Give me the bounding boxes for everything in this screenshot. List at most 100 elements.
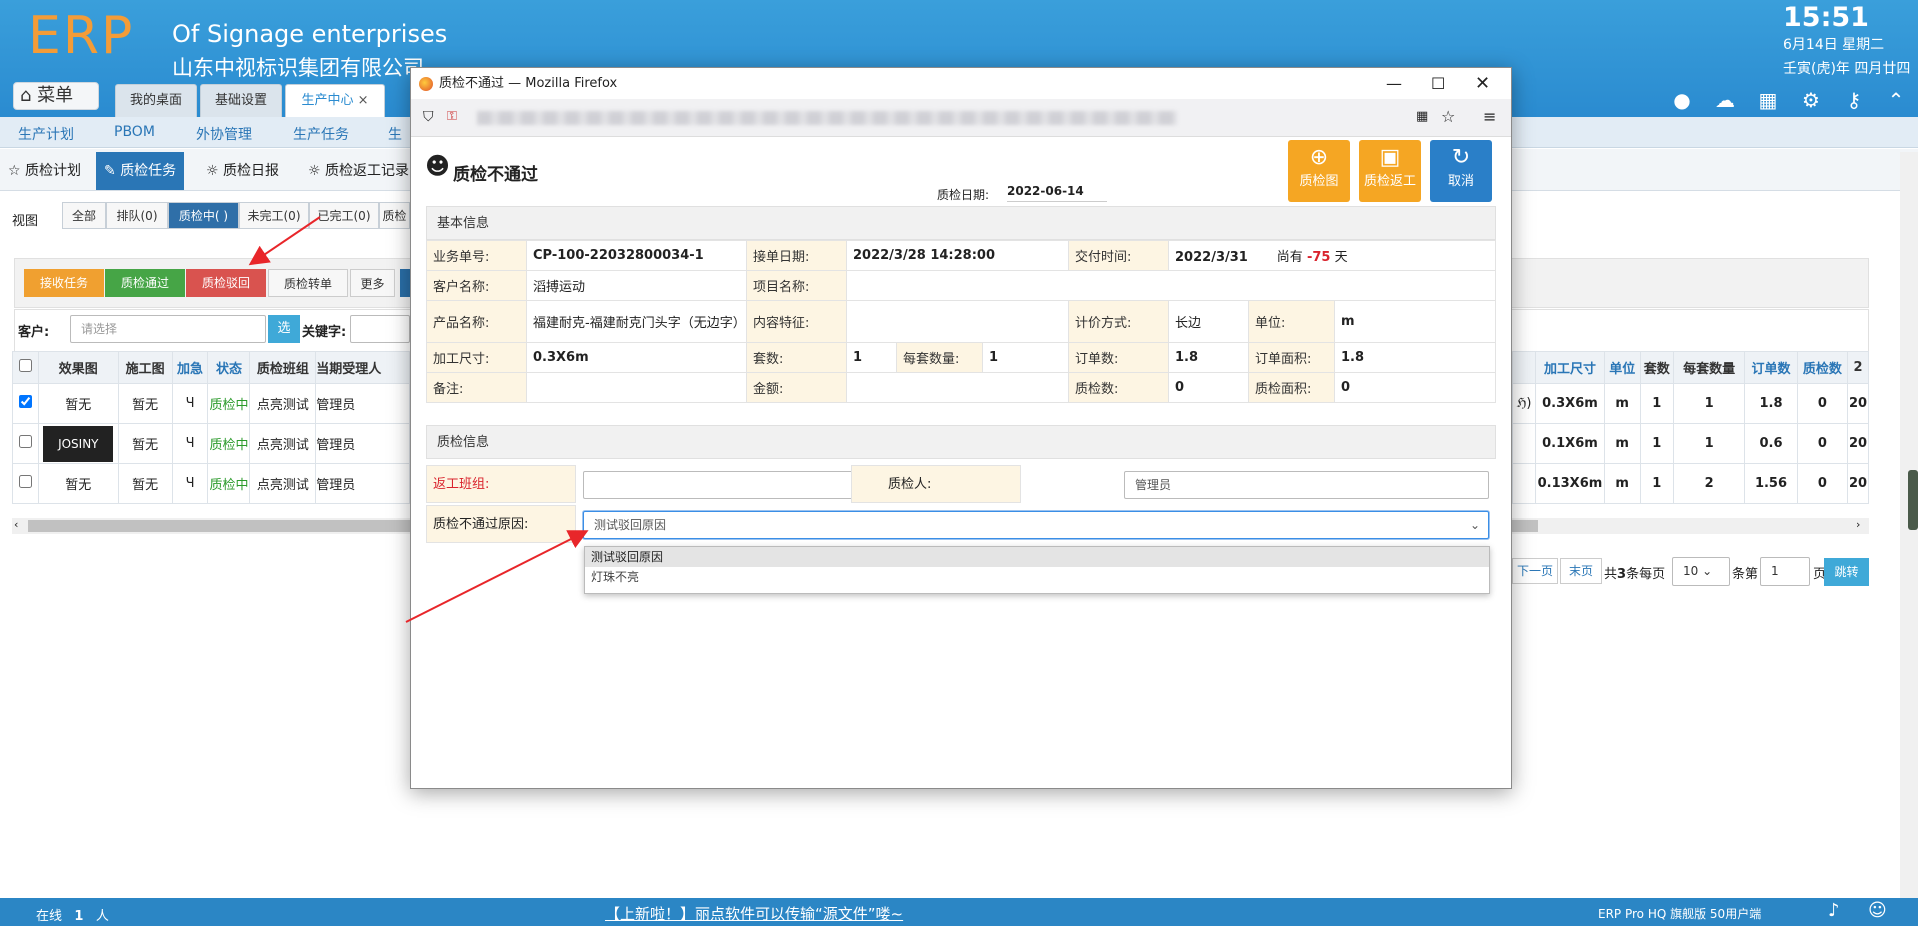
cell-handler: 管理员 [315,463,410,504]
volume-icon[interactable]: ♪ [1828,900,1840,921]
qr-icon[interactable]: ▦ [1416,109,1428,124]
notice-link[interactable]: 【上新啦！】丽点软件可以传输“源文件”喽~ [605,903,903,924]
cell-unit: m [1603,383,1641,424]
window-titlebar: 质检不通过 — Mozilla Firefox — ☐ ✕ [411,68,1511,99]
bookmark-star-icon[interactable]: ☆ [1441,107,1455,126]
minimize-icon[interactable]: — [1386,68,1402,99]
table-row[interactable]: 0.1X6m m 1 1 0.6 0 20 [1511,423,1870,464]
table-row[interactable]: 暂无 暂无 Ч 质检中 点亮测试 管理员 [12,463,410,504]
qc-reject-button[interactable]: 质检驳回 [186,269,266,297]
insecure-lock-icon: ⚿ [447,109,457,124]
row-checkbox[interactable] [12,383,39,424]
per-page-select[interactable]: 10 ⌄ [1672,557,1730,586]
filter-in-qc[interactable]: 质检中( ) [168,202,239,229]
qc-rework-button[interactable]: ▣ 质检返工 [1359,140,1421,202]
cell-effect-thumbnail[interactable]: JOSINY [37,423,119,464]
select-all-checkbox[interactable] [12,351,39,384]
cell-qc: 0 [1796,423,1848,464]
keyword-label: 关键字: [302,325,347,340]
goto-page-button[interactable]: 跳转 [1824,558,1869,586]
nav-more[interactable]: 生 [388,124,402,144]
edition-label: ERP Pro HQ 旗舰版 50用户端 [1598,907,1762,921]
grid-icon[interactable]: ▦ [1756,88,1780,112]
tab-production-center[interactable]: 生产中心 × [285,84,385,117]
table-row[interactable]: 0.13X6m m 1 2 1.56 0 20 [1511,463,1870,504]
nav-pbom[interactable]: PBOM [114,124,155,140]
cell-more: 20 [1846,423,1870,464]
close-window-icon[interactable]: ✕ [1475,68,1490,99]
tab-desktop[interactable]: 我的桌面 [115,84,197,117]
rework-team-input[interactable] [583,471,883,499]
pager-total: 共3条每页 [1604,567,1666,582]
customer-select[interactable]: 请选择 [70,315,266,343]
table-row[interactable]: ℌ) 0.3X6m m 1 1 1.8 0 20 [1511,383,1870,424]
last-page-button[interactable]: 末页 [1560,558,1602,584]
cancel-button[interactable]: ↻ 取消 [1430,140,1492,202]
cloud-icon[interactable]: ☁ [1713,88,1737,112]
row-checkbox[interactable] [12,463,39,504]
cell-urgent: Ч [171,423,209,464]
nav-qc-rework[interactable]: ☼ 质检返工记录 [300,152,417,190]
filter-all[interactable]: 全部 [62,202,106,229]
cell-urgent: Ч [171,463,209,504]
dialog-title: 质检不通过 [453,165,538,185]
nav-label: 质检返工记录 [325,163,410,179]
table-row[interactable]: 暂无 暂无 Ч 质检中 点亮测试 管理员 [12,383,410,424]
toolbar-extra-button[interactable] [400,269,410,297]
filter-finished[interactable]: 已完工(0) [309,202,379,229]
cell-size: 0.1X6m [1535,423,1605,464]
url-bar[interactable]: ⛉ ⚿ ▦ ☆ ≡ [411,99,1511,137]
customer-select-button[interactable]: 选 [268,315,300,343]
page-input[interactable]: 1 [1760,557,1810,586]
table-row[interactable]: JOSINY 暂无 Ч 质检中 点亮测试 管理员 [12,423,410,464]
nav-qc-plan[interactable]: ☆ 质检计划 [0,152,89,190]
user-icon[interactable]: ● [1670,88,1694,112]
collapse-icon[interactable]: ⌃ [1884,88,1908,112]
maximize-icon[interactable]: ☐ [1431,68,1445,99]
window-title: 质检不通过 — Mozilla Firefox [439,76,618,91]
undo-icon: ↻ [1451,145,1471,170]
dropdown-option[interactable]: 灯珠不亮 [585,567,1489,587]
filter-queue[interactable]: 排队(0) [106,202,168,229]
scroll-right-icon[interactable]: › [1856,518,1860,531]
nav-qc-task[interactable]: ✎ 质检任务 [96,152,185,190]
nav-qc-daily[interactable]: ☼ 质检日报 [198,152,287,190]
more-button[interactable]: 更多 [350,269,395,297]
cell-per: 1 [1673,383,1746,424]
nav-production-plan[interactable]: 生产计划 [18,124,74,144]
inspector-input[interactable]: 管理员 [1124,471,1489,499]
qc-image-button[interactable]: ⊕ 质检图 [1288,140,1350,202]
nav-production-task[interactable]: 生产任务 [293,124,349,144]
row-checkbox[interactable] [12,423,39,464]
reject-reason-dropdown: 测试驳回原因 灯珠不亮 [584,546,1490,594]
close-icon[interactable]: × [358,93,369,108]
receive-task-button[interactable]: 接收任务 [24,269,104,297]
next-page-button[interactable]: 下一页 [1512,558,1558,584]
cell-unit: m [1603,423,1641,464]
users-icon[interactable]: ☺ [1868,900,1887,921]
sun-icon: ☼ [308,163,321,179]
tab-basic-settings[interactable]: 基础设置 [200,84,282,117]
gear-icon[interactable]: ⚙ [1799,88,1823,112]
keyword-input[interactable] [350,315,410,343]
cell-per: 1 [1673,423,1746,464]
task-table-left: 效果图 施工图 加急 状态 质检班组 当期受理人 暂无 暂无 Ч 质检中 点亮测… [12,351,410,504]
dropdown-option[interactable]: 测试驳回原因 [585,547,1489,567]
home-icon: ⌂ [20,85,32,106]
key-icon[interactable]: ⚷ [1842,88,1866,112]
qc-transfer-button[interactable]: 质检转单 [268,269,348,297]
menu-button[interactable]: ⌂ 菜单 [13,82,99,110]
menu-label: 菜单 [37,85,74,106]
filter-qc[interactable]: 质检 [379,202,410,229]
cell-sets: 1 [1639,463,1675,504]
scroll-left-icon[interactable]: ‹ [14,518,18,531]
menu-icon[interactable]: ≡ [1483,107,1496,126]
reject-reason-select[interactable]: 测试驳回原因 ⌄ [583,511,1489,539]
side-widget[interactable] [1908,470,1918,530]
qc-pass-button[interactable]: 质检通过 [105,269,185,297]
pencil-icon: ✎ [104,163,116,179]
filter-unfinished[interactable]: 未完工(0) [239,202,309,229]
nav-outsourcing[interactable]: 外协管理 [196,124,252,144]
qc-date-value[interactable]: 2022-06-14 [1007,184,1107,202]
cell-per: 2 [1673,463,1746,504]
